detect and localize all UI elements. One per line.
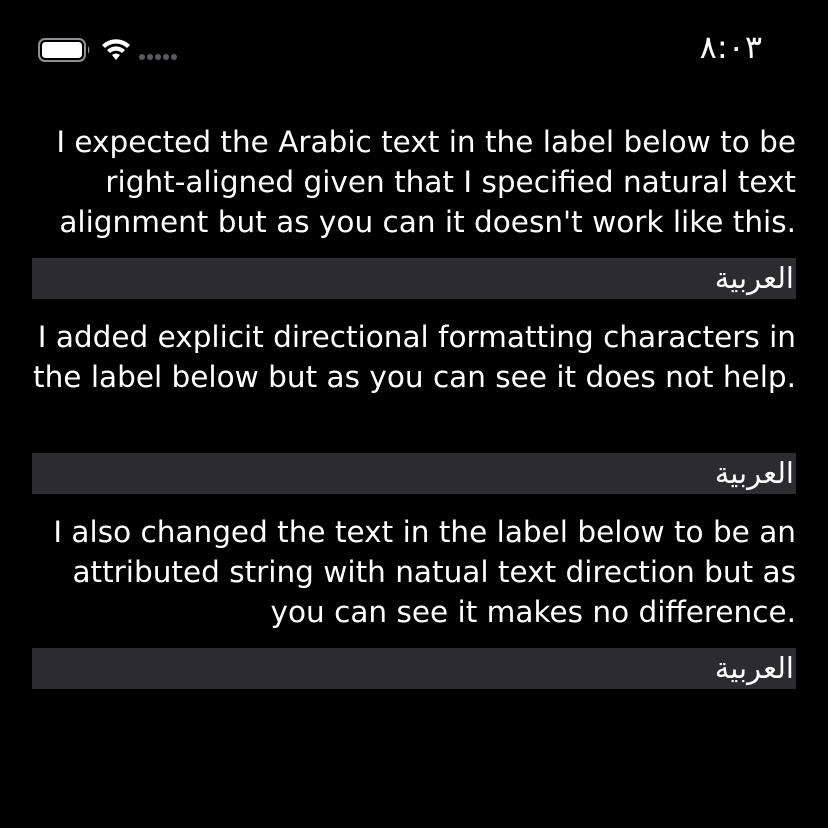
- battery-full-icon: [38, 38, 90, 62]
- description-text-1: I expected the Arabic text in the label …: [56, 125, 796, 239]
- arabic-label-1: العربية: [32, 258, 796, 299]
- status-time: ٨:٠٣: [699, 28, 762, 66]
- description-text-2: I added explicit directional formatting …: [33, 320, 796, 394]
- arabic-label-2: العربية: [32, 453, 796, 494]
- wifi-icon: [102, 39, 130, 60]
- description-text-3: I also changed the text in the label bel…: [53, 515, 796, 629]
- cellular-signal-icon: [139, 54, 177, 60]
- status-bar: ٨:٠٣: [0, 0, 828, 100]
- arabic-label-3: العربية: [32, 648, 796, 689]
